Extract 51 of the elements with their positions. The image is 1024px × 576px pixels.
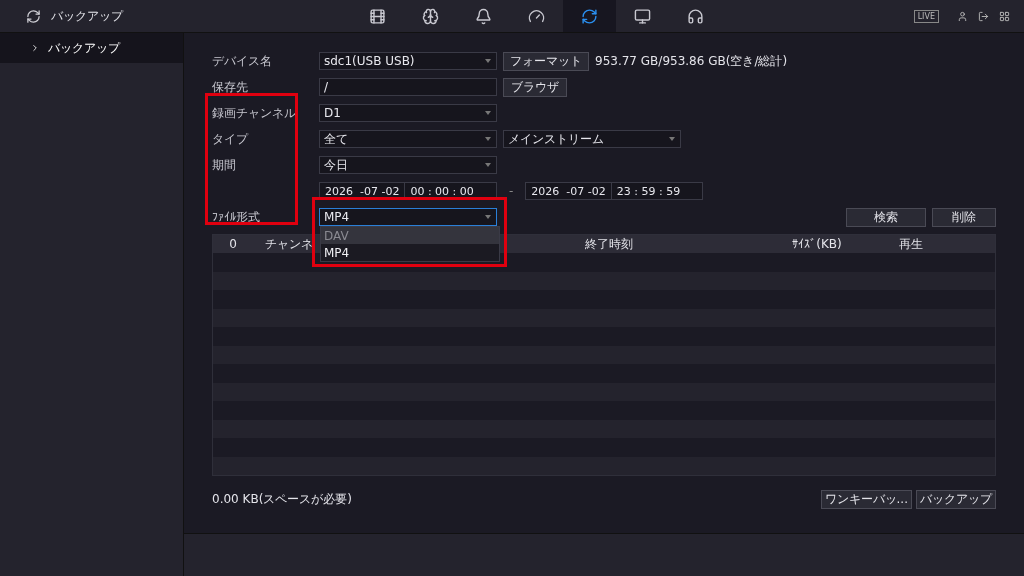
path-field[interactable]: / [319, 78, 497, 96]
caret-icon [485, 111, 491, 115]
dropdown-option[interactable]: MP4 [321, 244, 499, 261]
field-label: 録画チャンネル [212, 104, 297, 122]
headphones-icon [687, 7, 704, 25]
nav-tab[interactable] [563, 0, 616, 32]
column-header: チャンネ [265, 235, 313, 253]
action-button[interactable]: 検索 [846, 207, 926, 227]
refresh-icon [581, 7, 598, 25]
logout-icon[interactable] [978, 10, 989, 22]
dropdown-field[interactable]: 全て [319, 130, 497, 148]
grid-icon[interactable] [999, 10, 1010, 22]
dropdown-field[interactable]: 今日 [319, 156, 497, 174]
column-header: ｻｲｽﾞ(KB) [791, 237, 843, 251]
dropdown-field[interactable]: D1 [319, 104, 497, 122]
space-text: 0.00 KB(スペースが必要) [212, 491, 352, 508]
refresh-icon [26, 8, 41, 24]
sidebar-item[interactable]: バックアップ [0, 33, 183, 63]
user-icon[interactable] [957, 10, 968, 22]
column-header: 終了時刻 [584, 235, 634, 253]
caret-icon [669, 137, 675, 141]
dropdown-field[interactable]: メインストリーム [503, 130, 681, 148]
action-button[interactable]: ブラウザ [503, 77, 567, 97]
dropdown-option[interactable]: DAV [321, 227, 499, 244]
action-button[interactable]: ワンキーバッ... [820, 490, 912, 509]
field-label: ﾌｧｲﾙ形式 [212, 208, 261, 226]
field-label: 期間 [212, 156, 237, 174]
column-header: 再生 [898, 235, 924, 253]
brain-icon [422, 7, 439, 25]
datetime-field[interactable]: 2026 -07 -02 23 : 59 : 59 [525, 182, 704, 200]
page-title: バックアップ [51, 7, 123, 25]
film-reel-icon [369, 7, 386, 25]
action-button[interactable]: 削除 [932, 207, 996, 227]
field-label: タイプ [212, 130, 250, 148]
field-label: デバイス名 [212, 52, 273, 70]
action-button[interactable]: バックアップ [916, 490, 996, 509]
caret-icon [485, 215, 491, 219]
caret-icon [485, 59, 491, 63]
gauge-icon [528, 7, 545, 25]
column-header: 0 [228, 237, 238, 251]
caret-icon [485, 137, 491, 141]
range-separator: - [508, 184, 515, 198]
capacity-text: 953.77 GB/953.86 GB(空き/総計) [595, 52, 788, 70]
chevron-icon [30, 43, 40, 53]
dropdown-field[interactable]: sdc1(USB USB) [319, 52, 497, 70]
caret-icon [485, 163, 491, 167]
action-button[interactable]: フォーマット [503, 51, 589, 71]
monitor-icon [634, 7, 651, 25]
live-badge[interactable]: LIVE [913, 9, 939, 23]
alarm-light-icon [475, 7, 492, 25]
field-label: 保存先 [212, 78, 249, 96]
